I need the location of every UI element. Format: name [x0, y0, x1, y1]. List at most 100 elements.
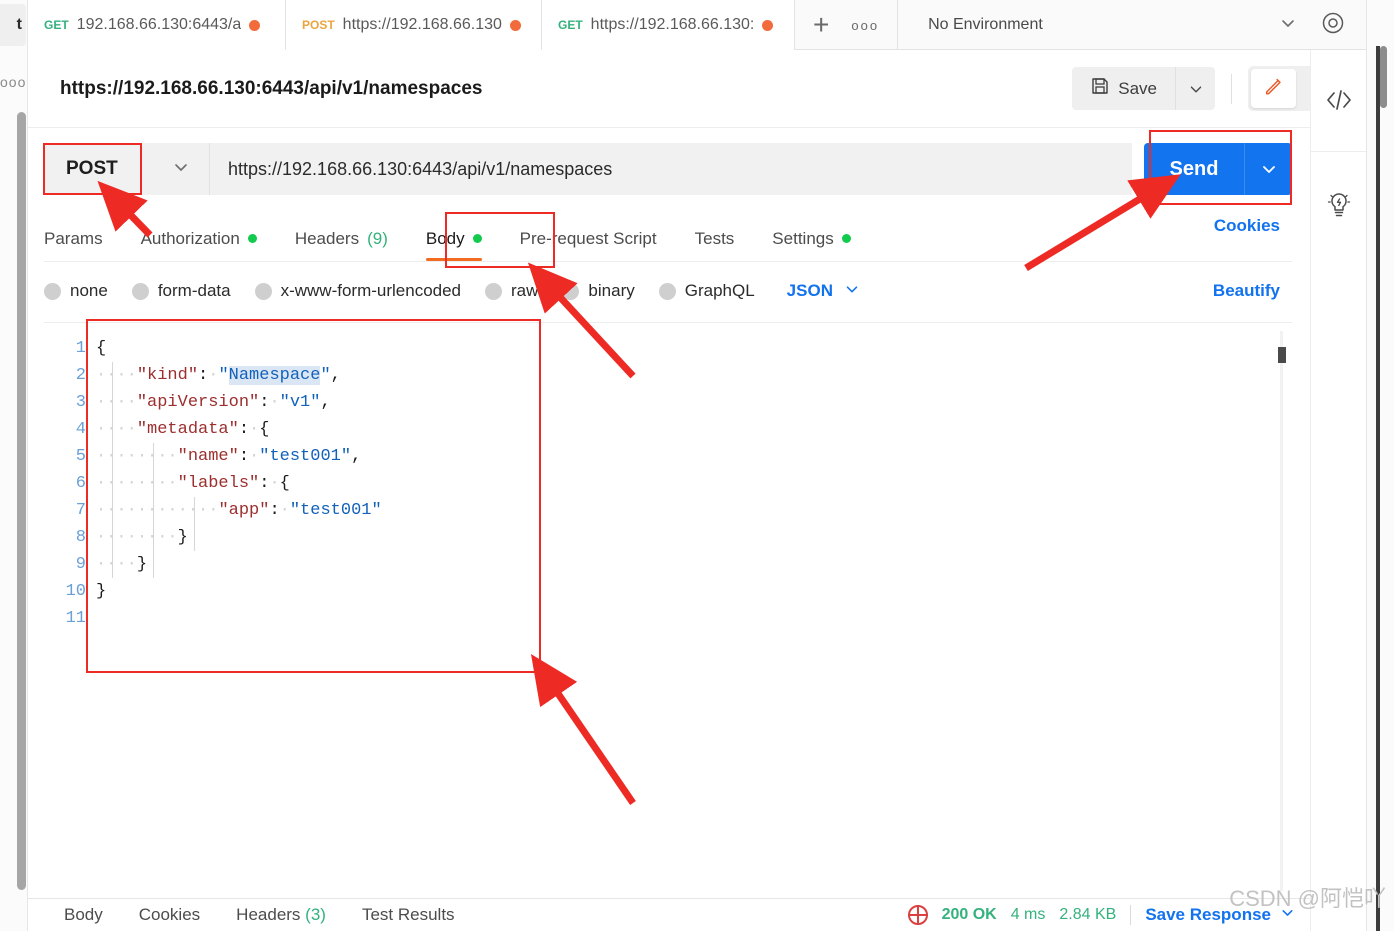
option-label: binary: [588, 281, 635, 300]
line-number: 8: [75, 528, 86, 547]
cookies-link[interactable]: Cookies: [1214, 216, 1292, 236]
tab-pre-request-script[interactable]: Pre-request Script: [501, 216, 676, 261]
url-bar: POST https://192.168.66.130:6443/api/v1/…: [44, 143, 1292, 195]
method-selector[interactable]: POST: [44, 143, 209, 195]
code-token: ····: [96, 474, 137, 493]
save-response-label: Save Response: [1145, 905, 1271, 924]
beautify-link[interactable]: Beautify: [1213, 281, 1292, 301]
code-token: "app": [218, 501, 270, 520]
request-tab-1[interactable]: POST https://192.168.66.130: [286, 0, 542, 50]
code-token: }: [96, 582, 107, 601]
eye-icon[interactable]: [1320, 10, 1346, 41]
code-token: ····: [136, 501, 178, 520]
chevron-down-icon: [843, 280, 861, 303]
code-line: ····"metadata":·{: [96, 416, 1292, 443]
code-token: {: [96, 339, 107, 358]
tab-authorization[interactable]: Authorization: [122, 216, 276, 261]
body-type-graphql[interactable]: GraphQL: [658, 281, 755, 301]
response-tab-body[interactable]: Body: [28, 905, 121, 925]
line-number: 9: [75, 555, 86, 574]
sidebar-scrollbar[interactable]: [17, 112, 26, 890]
left-sidebar-strip: t ooo: [0, 0, 28, 931]
body-format-selector[interactable]: JSON: [787, 280, 861, 303]
code-token: ····: [136, 447, 178, 466]
tab-body[interactable]: Body: [407, 216, 501, 261]
line-number-gutter: 1 2 3 4 5 6 7 8 9 10 11: [44, 335, 96, 632]
edit-button[interactable]: [1251, 69, 1296, 108]
lightbulb-icon[interactable]: [1325, 190, 1353, 225]
code-icon[interactable]: [1324, 88, 1354, 117]
tabbar-actions: + ooo: [795, 0, 899, 50]
line-number: 6: [75, 474, 86, 493]
line-number: 3: [75, 393, 86, 412]
tab-options-icon[interactable]: ooo: [851, 18, 879, 33]
code-token: "kind": [136, 366, 199, 385]
code-token: ": [320, 366, 331, 385]
response-tab-test-results[interactable]: Test Results: [344, 905, 473, 925]
code-token: "test001": [259, 447, 352, 466]
new-tab-button[interactable]: +: [813, 11, 829, 39]
response-time: 4 ms: [1010, 906, 1046, 923]
response-tab-headers[interactable]: Headers (3): [218, 905, 344, 925]
sidebar-overflow-icon[interactable]: ooo: [0, 74, 26, 90]
request-tab-0[interactable]: GET 192.168.66.130:6443/a: [28, 0, 286, 50]
divider: [1231, 73, 1232, 104]
line-number: 5: [75, 447, 86, 466]
send-group: Send: [1144, 143, 1292, 195]
code-line: ········"name":·"test001",: [96, 443, 1292, 470]
request-tab-bar: GET 192.168.66.130:6443/a POST https://1…: [28, 0, 1366, 50]
code-token: "apiVersion": [136, 393, 260, 412]
save-response-button[interactable]: Save Response: [1145, 904, 1296, 926]
body-type-binary[interactable]: binary: [562, 281, 635, 301]
code-token: ·: [249, 420, 260, 439]
body-type-x-www-form-urlencoded[interactable]: x-www-form-urlencoded: [254, 281, 461, 301]
radio-icon: [658, 282, 676, 300]
option-label: GraphQL: [684, 281, 755, 300]
code-token: {: [259, 420, 270, 439]
code-token: ,: [351, 447, 362, 466]
response-headers-count: (3): [305, 905, 326, 924]
chevron-down-icon: [1279, 904, 1296, 926]
request-tab-2[interactable]: GET https://192.168.66.130:: [542, 0, 795, 50]
request-section-tabs: Params Authorization Headers (9) Body Pr…: [44, 216, 1292, 262]
request-tab-url: https://192.168.66.130:: [590, 16, 755, 33]
tab-tests[interactable]: Tests: [676, 216, 754, 261]
url-input[interactable]: https://192.168.66.130:6443/api/v1/names…: [209, 143, 1132, 195]
code-token: ····: [177, 501, 219, 520]
window-scrollbar-thumb[interactable]: [1380, 46, 1387, 108]
code-token: "name": [177, 447, 239, 466]
divider: [1310, 151, 1367, 152]
code-token: ····: [96, 447, 137, 466]
body-type-raw[interactable]: raw: [485, 281, 538, 301]
unsaved-dot-icon: [509, 19, 521, 31]
code-token: ····: [96, 555, 137, 574]
tab-label: Headers: [294, 228, 360, 248]
tab-params[interactable]: Params: [44, 216, 122, 261]
chevron-down-icon[interactable]: [171, 157, 191, 182]
save-options-button[interactable]: [1175, 67, 1215, 110]
request-tab-method: POST: [302, 18, 335, 32]
code-line: }: [96, 578, 1292, 605]
code-content[interactable]: {····"kind":·"Namespace", ····"apiVersion…: [96, 335, 1292, 632]
body-type-form-data[interactable]: form-data: [131, 281, 231, 301]
body-code-editor[interactable]: 1 2 3 4 5 6 7 8 9 10 11 {····"kind":·"Namespace", ·…: [44, 322, 1292, 894]
code-token: :: [198, 366, 209, 385]
code-token: ····: [96, 501, 137, 520]
sidebar-tab-stub[interactable]: t: [0, 4, 26, 46]
status-badge: 200 OK: [941, 906, 997, 923]
chevron-down-icon[interactable]: [1278, 13, 1298, 38]
tab-headers[interactable]: Headers (9): [276, 216, 407, 261]
body-type-options: none form-data x-www-form-urlencoded raw…: [44, 272, 1292, 310]
response-tab-cookies[interactable]: Cookies: [121, 905, 218, 925]
radio-icon: [562, 282, 580, 300]
body-type-none[interactable]: none: [44, 281, 108, 301]
environment-selector[interactable]: No Environment: [898, 0, 1366, 50]
save-button[interactable]: Save: [1072, 67, 1175, 110]
send-options-button[interactable]: [1244, 143, 1292, 195]
send-button[interactable]: Send: [1144, 143, 1244, 195]
code-line: ········}: [96, 524, 1292, 551]
status-dot-icon: [247, 234, 257, 243]
tab-settings[interactable]: Settings: [753, 216, 869, 261]
tab-label: Body: [425, 228, 465, 248]
divider: [1130, 905, 1132, 925]
